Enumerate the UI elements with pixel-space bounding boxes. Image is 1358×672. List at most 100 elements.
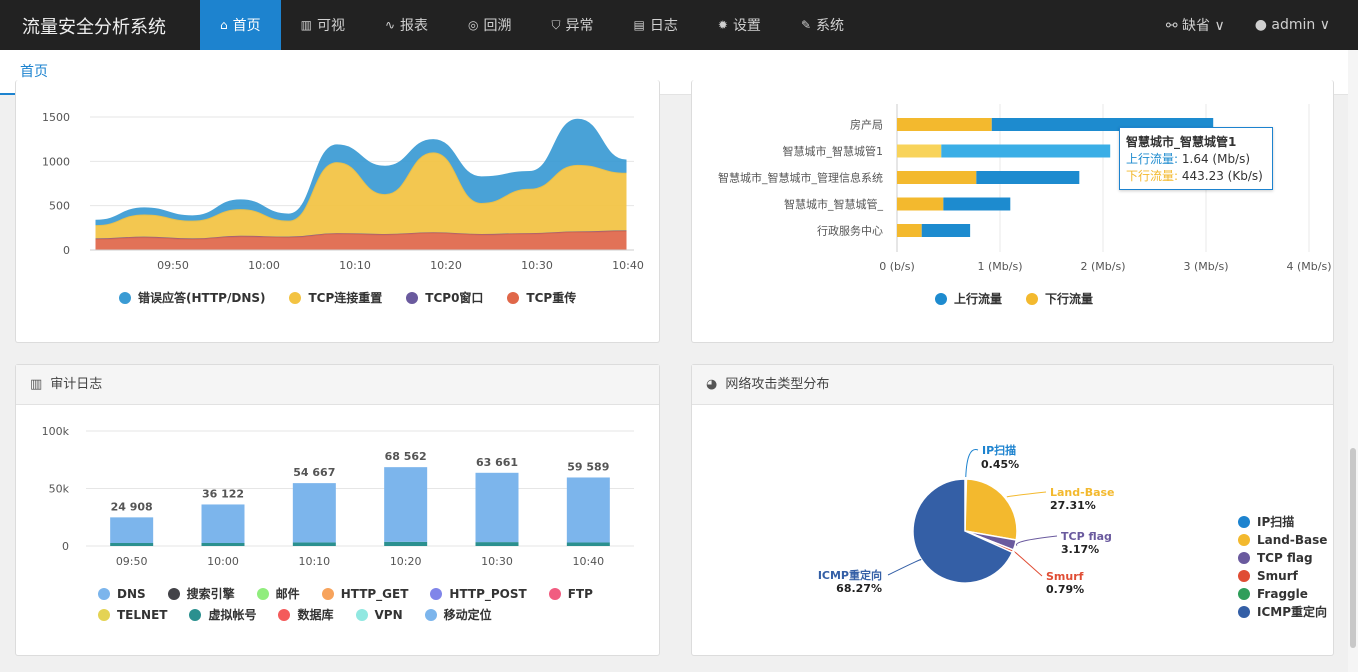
user-dropdown[interactable]: ● admin ∨ [1255,17,1330,33]
bar-virtual-account[interactable] [475,542,519,546]
legend-item[interactable]: 下行流量 [1026,290,1093,307]
users-icon: ⚯ [1165,18,1178,34]
legend-label: 数据库 [297,608,334,622]
nav-item-1[interactable]: ▥ 可视 [281,0,365,50]
nav-right: ⚯ 缺省 ∨ ● admin ∨ [1166,0,1330,50]
x-tick-label: 3 (Mb/s) [1184,260,1229,273]
x-tick-label: 10:20 [430,259,462,272]
legend-item[interactable]: TCP flag [1238,549,1327,567]
nav-item-5[interactable]: ▤ 日志 [614,0,698,50]
pie-slice-value: 27.31% [1050,499,1096,512]
bar-dns[interactable] [201,504,245,543]
legend-marker [1238,606,1250,618]
y-tick-label: 0 [62,540,69,553]
pie-slice-name: Land-Base [1050,486,1115,499]
legend-item[interactable]: Smurf [1238,567,1327,585]
gear-icon: ✹ [717,18,728,32]
legend-label: TCP连接重置 [308,291,383,305]
legend-item[interactable]: 上行流量 [935,290,1002,307]
legend-item[interactable]: 数据库 [278,606,334,623]
bar-virtual-account[interactable] [110,543,154,546]
legend-item[interactable]: TCP连接重置 [289,289,382,306]
x-tick-label: 09:50 [116,555,148,568]
legend-item[interactable]: 错误应答(HTTP/DNS) [119,289,265,306]
legend-item[interactable]: TCP重传 [507,289,576,306]
legend-item[interactable]: ICMP重定向 [1238,603,1327,621]
x-tick-label: 10:40 [612,259,644,272]
legend-marker [355,608,368,621]
nav-item-label: 回溯 [483,18,512,34]
pie-slice-value: 0.79% [1046,583,1084,596]
bar-dns[interactable] [384,467,428,542]
bar-upload[interactable] [943,197,1011,211]
nav-item-6[interactable]: ✹ 设置 [698,0,781,50]
legend-item[interactable]: VPN [355,606,403,623]
bar-dns[interactable] [110,517,154,543]
scrollbar-thumb[interactable] [1350,448,1356,648]
bar-virtual-account[interactable] [201,543,245,546]
bar-upload[interactable] [941,144,1111,158]
category-label: 智慧城市_智慧城管1 [783,144,884,158]
legend-item[interactable]: Land-Base [1238,531,1327,549]
bar-download[interactable] [897,197,944,211]
legend-item[interactable]: DNS [98,585,146,602]
hbar-chart-legend: 上行流量 下行流量 [935,290,1093,307]
bar-chart-icon: ▥ [300,18,312,32]
chevron-down-icon: ∨ [1214,18,1225,34]
scrollbar[interactable] [1348,50,1358,672]
bar-virtual-account[interactable] [566,542,610,546]
bar-chart-icon: ▥ [30,377,43,392]
legend-item[interactable]: TCP0窗口 [406,289,483,306]
pie-chart-icon: ◕ [706,377,718,392]
legend-item[interactable]: 邮件 [256,585,300,602]
bar-virtual-account[interactable] [292,542,336,546]
legend-label: TCP重传 [526,291,577,305]
legend-label: 上行流量 [954,292,1003,306]
legend-item[interactable]: HTTP_POST [430,585,527,602]
legend-marker [119,291,131,304]
target-icon: ◎ [468,18,479,32]
category-label: 智慧城市_智慧城管_ [784,197,883,211]
profile-dropdown[interactable]: ⚯ 缺省 ∨ [1166,15,1225,35]
bar-download[interactable] [897,118,992,131]
bar-dns[interactable] [566,477,610,543]
legend-marker [430,587,443,600]
bar-download[interactable] [897,144,942,158]
legend-item[interactable]: 搜索引擎 [167,585,235,602]
nav-item-2[interactable]: ∿ 报表 [365,0,448,50]
bar-download[interactable] [897,224,922,237]
bar-total-label: 68 562 [385,450,427,463]
link-traffic-panel: 0 (b/s) 1 (Mb/s) 2 (Mb/s) 3 (Mb/s) 4 (Mb/s) 房… [691,80,1334,343]
bar-upload[interactable] [921,224,971,237]
nav-item-label: 首页 [232,18,261,34]
bar-dns[interactable] [475,472,519,543]
x-tick-label: 10:00 [207,555,239,568]
legend-marker [289,291,302,304]
legend-marker [1238,570,1250,582]
category-label: 智慧城市_智慧城市_管理信息系统 [718,171,883,185]
bar-virtual-account[interactable] [384,541,428,546]
panel-header: ▥ 审计日志 [16,365,659,405]
legend-item[interactable]: 移动定位 [424,606,492,623]
nav-item-0[interactable]: ⌂ 首页 [200,0,281,50]
legend-item[interactable]: Fraggle [1238,585,1327,603]
legend-item[interactable]: HTTP_GET [321,585,408,602]
legend-item[interactable]: TELNET [98,606,167,623]
legend-marker [406,291,419,304]
legend-item[interactable]: 虚拟帐号 [189,606,256,623]
x-tick-label: 2 (Mb/s) [1081,260,1126,273]
legend-marker [167,587,180,600]
bar-upload[interactable] [976,171,1080,184]
legend-marker [321,587,334,600]
x-tick-label: 10:30 [521,259,553,272]
nav-item-4[interactable]: ⛉ 异常 [532,0,614,50]
bar-dns[interactable] [292,483,336,543]
nav-item-3[interactable]: ◎ 回溯 [448,0,531,50]
legend-marker [1238,588,1250,600]
x-tick-label: 1 (Mb/s) [978,260,1023,273]
legend-item[interactable]: FTP [548,585,593,602]
pie-slice[interactable] [964,478,1018,541]
bar-download[interactable] [897,171,977,184]
nav-item-7[interactable]: ✎ 系统 [781,0,864,50]
legend-item[interactable]: IP扫描 [1238,513,1327,531]
